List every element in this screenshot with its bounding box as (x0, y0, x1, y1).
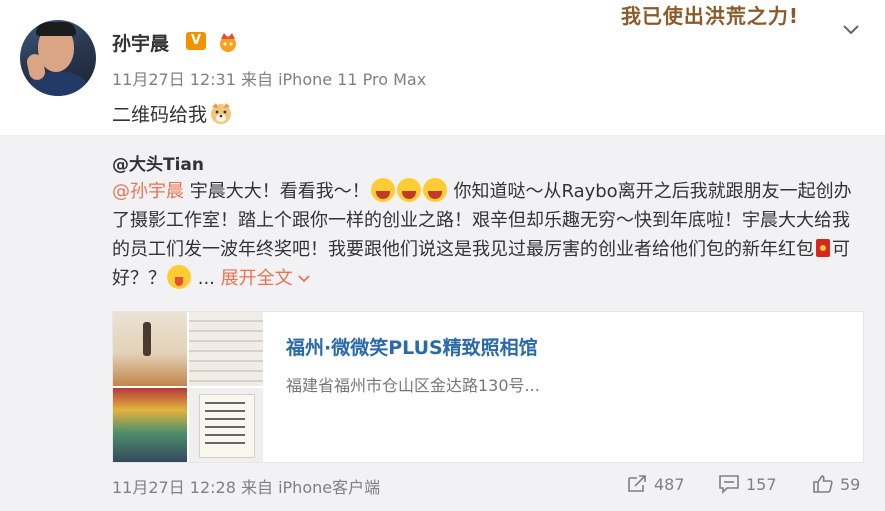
repost-count: 487 (654, 474, 685, 494)
expand-label: 展开全文 (220, 268, 293, 289)
laugh-emoji-icon (422, 178, 447, 202)
tongue-emoji-icon (167, 265, 191, 289)
laugh-emoji-icon (370, 178, 395, 202)
like-count: 59 (840, 474, 861, 494)
banner-text: 我已使出洪荒之力! (620, 4, 800, 28)
laugh-emoji-icon (396, 178, 421, 202)
red-packet-icon (816, 239, 830, 257)
chevron-down-icon (298, 275, 310, 283)
author-name[interactable]: 孙宇晨 (112, 29, 169, 56)
mention-link[interactable]: @孙宇晨 (112, 181, 184, 202)
retweet-meta[interactable]: 11月27日 12:28 来自 iPhone客户端 (112, 474, 380, 498)
post-meta[interactable]: 11月27日 12:31 来自 iPhone 11 Pro Max (112, 66, 426, 90)
repost-button[interactable]: 487 (626, 472, 685, 496)
retweet-text: @孙宇晨 宇晨大大！看看我～！ 你知道哒～从Raybo离开之后我就跟朋友一起创办… (112, 177, 857, 293)
like-icon (813, 475, 833, 493)
avatar[interactable] (20, 20, 96, 96)
retweet-text-part-1: 宇晨大大！看看我～！ (184, 181, 370, 202)
card-address: 福建省福州市仓山区金达路130号... (286, 376, 540, 395)
verified-badge[interactable]: V (186, 32, 206, 50)
card-thumbnail-studio (113, 312, 187, 386)
card-thumbnails (113, 312, 263, 462)
ellipsis: ... (192, 268, 221, 289)
post-content: 二维码给我 (112, 100, 233, 127)
location-card[interactable]: 福州·微微笑PLUS精致照相馆 福建省福州市仓山区金达路130号... (112, 311, 864, 463)
like-button[interactable]: 59 (812, 472, 860, 496)
card-title[interactable]: 福州·微微笑PLUS精致照相馆 (286, 333, 538, 360)
comment-button[interactable]: 157 (718, 472, 777, 496)
post-content-text: 二维码给我 (112, 104, 208, 126)
card-thumbnail-note (189, 388, 263, 462)
crown-icon[interactable] (216, 31, 240, 53)
repost-icon (628, 475, 646, 492)
chevron-down-icon[interactable] (840, 18, 862, 40)
card-thumbnail-paper-stack (189, 312, 263, 386)
expand-full-text-link[interactable]: 展开全文 (221, 268, 311, 289)
comment-count: 157 (746, 474, 777, 494)
avatar-hair (36, 22, 76, 36)
card-thumbnail-store (113, 388, 187, 462)
retweet-author[interactable]: @大头Tian (112, 150, 204, 175)
comment-icon (719, 475, 739, 494)
doge-emoji-icon (211, 103, 232, 124)
